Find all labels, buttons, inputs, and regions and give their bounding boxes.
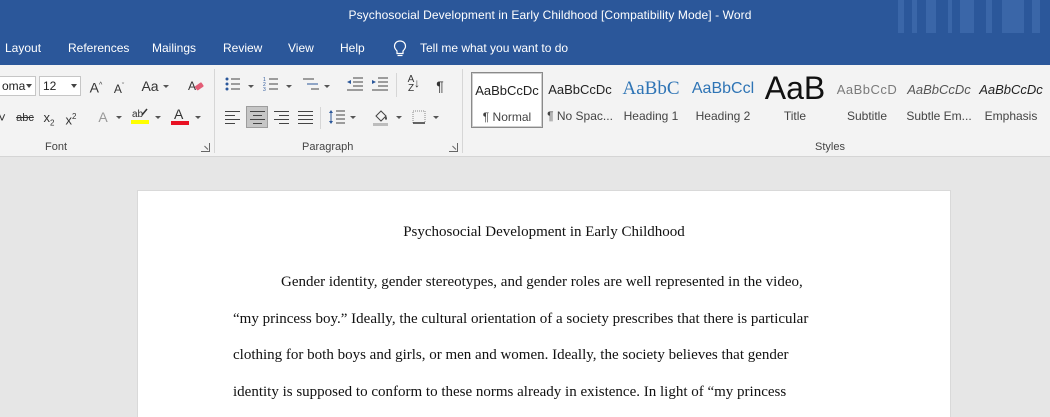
document-page[interactable]: Psychosocial Development in Early Childh… xyxy=(137,190,951,417)
styles-group-label: Styles xyxy=(815,141,845,153)
tab-layout[interactable]: Layout xyxy=(5,41,41,55)
chevron-down-icon[interactable] xyxy=(286,85,292,88)
style-subtitle[interactable]: AaBbCcD Subtitle xyxy=(831,72,903,128)
paragraph-line: “my princess boy.” Ideally, the cultural… xyxy=(233,311,809,327)
document-title: Psychosocial Development in Early Childh… xyxy=(403,224,685,240)
style-sample: AaBbCcDc xyxy=(475,83,539,98)
tab-references[interactable]: References xyxy=(68,41,129,55)
justify-icon[interactable] xyxy=(298,111,313,124)
ribbon-tabs: Layout References Mailings Review View H… xyxy=(0,33,1050,65)
font-size-box[interactable]: 12 xyxy=(39,76,81,96)
button-separator xyxy=(396,73,397,97)
align-left-icon[interactable] xyxy=(225,111,240,124)
font-name-value: oma xyxy=(2,79,26,93)
align-center-button[interactable] xyxy=(246,106,268,128)
bullets-icon[interactable] xyxy=(225,77,241,91)
svg-text:A: A xyxy=(174,106,184,122)
show-formatting-marks-icon[interactable]: ¶ xyxy=(434,78,446,94)
style-name: Heading 2 xyxy=(695,109,751,123)
style-name: Emphasis xyxy=(984,109,1038,123)
sort-icon[interactable]: A Z ↓ xyxy=(401,75,421,94)
chevron-down-icon[interactable] xyxy=(324,85,330,88)
paragraph-line: identity is supposed to conform to these… xyxy=(233,384,787,400)
chevron-down-icon[interactable] xyxy=(433,116,439,119)
style-no-spacing[interactable]: AaBbCcDc ¶ No Spac... xyxy=(544,72,616,128)
paragraph-line: Gender identity, gender stereotypes, and… xyxy=(281,274,803,290)
numbering-icon[interactable]: 1 2 3 xyxy=(263,77,279,91)
chevron-down-icon[interactable] xyxy=(248,85,254,88)
chevron-down-icon[interactable] xyxy=(116,116,122,119)
paragraph-dialog-launcher-icon[interactable] xyxy=(449,143,458,152)
text-effects-icon[interactable]: A xyxy=(96,109,110,125)
strikethrough-icon[interactable]: abc xyxy=(16,110,34,126)
align-center-icon xyxy=(250,111,265,124)
chevron-down-icon[interactable] xyxy=(396,116,402,119)
chevron-down-icon[interactable] xyxy=(155,116,161,119)
chevron-down-icon[interactable] xyxy=(26,84,32,88)
chevron-down-icon[interactable] xyxy=(71,84,77,88)
style-sample: AaB xyxy=(764,70,826,106)
style-sample: AaBbCcD xyxy=(836,82,898,97)
highlight-icon[interactable]: ab xyxy=(131,106,149,130)
line-spacing-icon[interactable] xyxy=(328,109,346,125)
tab-help[interactable]: Help xyxy=(340,41,365,55)
multilevel-list-icon[interactable] xyxy=(302,77,320,91)
style-name: ¶ Normal xyxy=(482,110,532,124)
subscript-icon[interactable]: x2 xyxy=(42,110,56,132)
style-heading-2[interactable]: AaBbCcl Heading 2 xyxy=(687,72,759,128)
style-sample: AaBbCcDc xyxy=(907,82,971,97)
paragraph-line: clothing for both boys and girls, or men… xyxy=(233,347,789,363)
style-name: ¶ No Spac... xyxy=(547,109,613,123)
style-heading-1[interactable]: AaBbC Heading 1 xyxy=(615,72,687,128)
lightbulb-icon[interactable] xyxy=(393,40,407,58)
svg-text:3: 3 xyxy=(263,87,266,91)
style-sample: AaBbCcDc xyxy=(979,82,1043,97)
style-sample: AaBbCcDc xyxy=(548,82,612,97)
chevron-down-icon[interactable] xyxy=(163,85,169,88)
style-name: Subtitle xyxy=(846,109,888,123)
decrease-indent-icon[interactable] xyxy=(346,77,364,91)
style-title[interactable]: AaB Title xyxy=(759,70,831,128)
change-case-icon[interactable]: Aa xyxy=(140,78,160,94)
style-name: Subtle Em... xyxy=(906,109,972,123)
tab-mailings[interactable]: Mailings xyxy=(152,41,196,55)
borders-icon[interactable] xyxy=(412,110,426,124)
style-name: Title xyxy=(783,109,807,123)
style-subtle-emphasis[interactable]: AaBbCcDc Subtle Em... xyxy=(903,72,975,128)
font-dialog-launcher-icon[interactable] xyxy=(201,143,210,152)
chevron-down-icon[interactable] xyxy=(350,116,356,119)
tab-review[interactable]: Review xyxy=(223,41,262,55)
tab-view[interactable]: View xyxy=(288,41,314,55)
increase-indent-icon[interactable] xyxy=(371,77,389,91)
title-bar-decoration xyxy=(890,0,1050,33)
font-color-icon[interactable]: A xyxy=(171,106,189,130)
svg-text:A: A xyxy=(188,79,196,93)
shrink-font-icon[interactable]: Aˇ xyxy=(112,79,126,97)
shading-icon[interactable] xyxy=(372,108,390,126)
align-right-icon[interactable] xyxy=(274,111,289,124)
clear-formatting-icon[interactable]: A xyxy=(187,78,205,98)
grow-font-icon[interactable]: A^ xyxy=(88,78,104,96)
ribbon: oma 12 A^ Aˇ Aa A ˅ abc x2 x2 A ab A Fon… xyxy=(0,65,1050,157)
style-normal[interactable]: AaBbCcDc ¶ Normal xyxy=(471,72,543,128)
style-emphasis[interactable]: AaBbCcDc Emphasis xyxy=(975,72,1047,128)
style-name: Heading 1 xyxy=(623,109,679,123)
superscript-icon[interactable]: x2 xyxy=(64,109,78,128)
group-separator xyxy=(214,69,215,153)
font-size-value: 12 xyxy=(43,79,57,93)
chevron-down-icon[interactable] xyxy=(195,116,201,119)
chevron-down-icon[interactable]: ˅ xyxy=(0,110,6,126)
button-separator xyxy=(320,107,321,129)
group-separator xyxy=(462,69,463,153)
style-sample: AaBbC xyxy=(622,78,680,99)
tell-me-search[interactable]: Tell me what you want to do xyxy=(420,41,568,55)
title-bar: Psychosocial Development in Early Childh… xyxy=(0,0,1050,33)
style-sample: AaBbCcl xyxy=(691,80,755,97)
font-name-box[interactable]: oma xyxy=(0,76,36,96)
paragraph-group-label: Paragraph xyxy=(302,141,354,153)
font-group-label: Font xyxy=(45,141,68,153)
